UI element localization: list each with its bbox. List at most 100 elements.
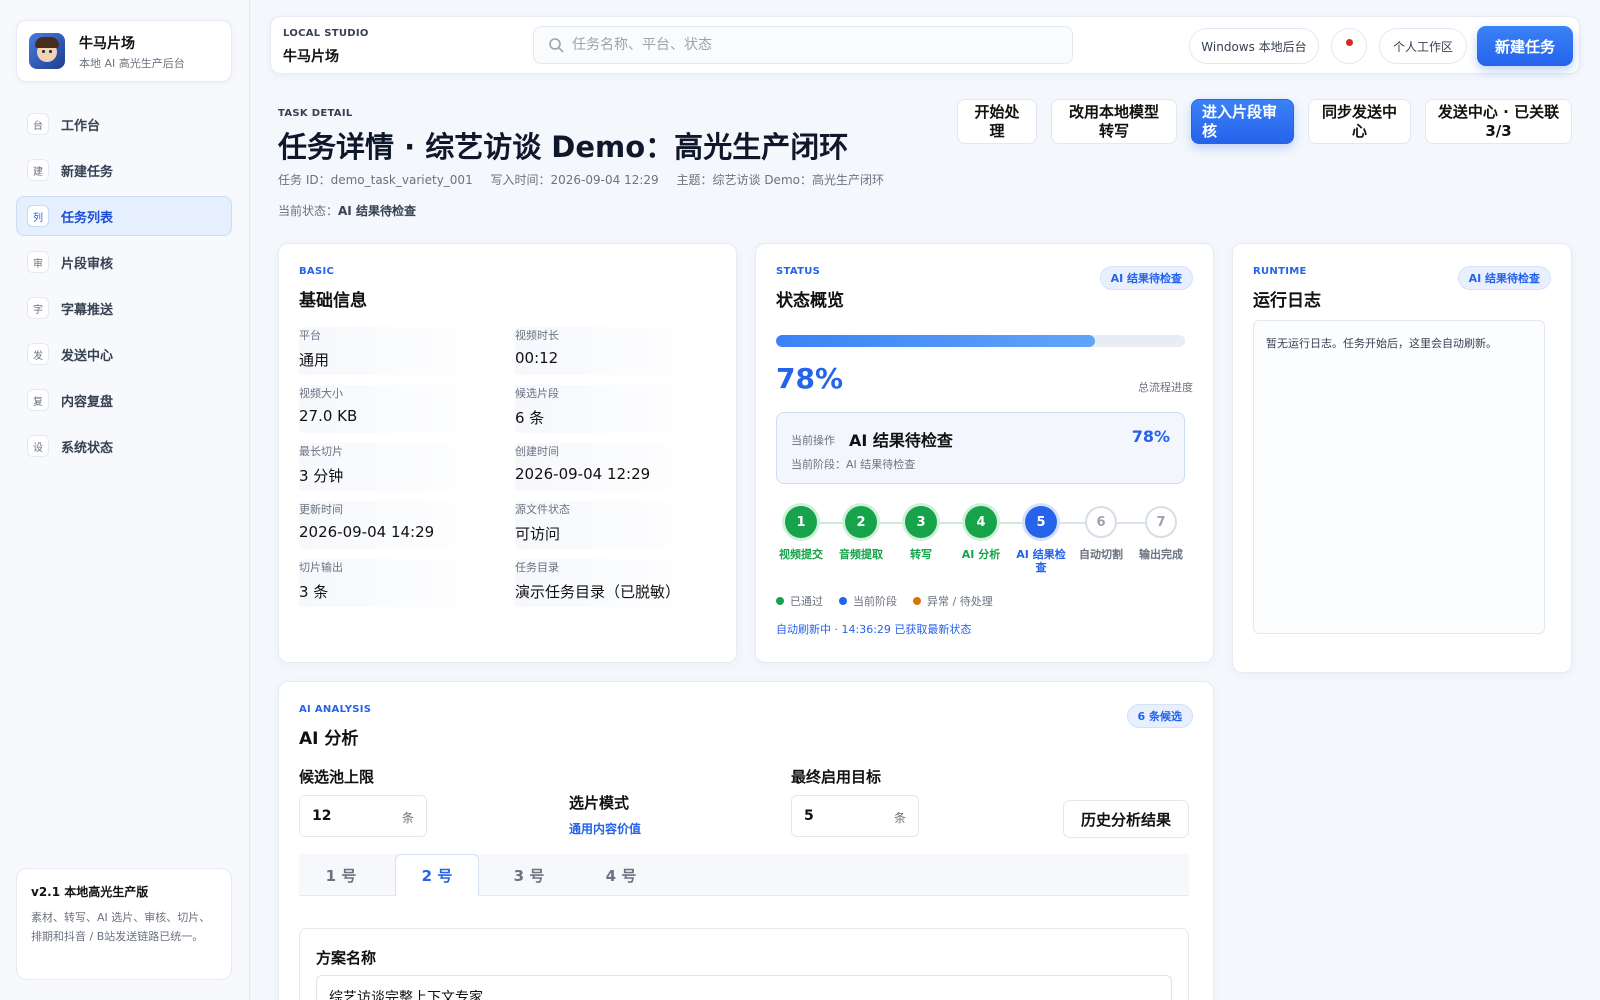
info-max-clip: 最长切片 3 分钟 [299,443,497,491]
card-title: AI 分析 [299,729,359,749]
basic-info-card: BASIC 基础信息 平台 通用 视频时长 00:12 视频大小 27.0 KB… [278,243,737,663]
info-value: 3 条 [299,583,329,601]
sync-send-center-button[interactable]: 同步发送中心 [1308,99,1411,144]
status-card: STATUS 状态概览 AI 结果待检查 78% 总流程进度 当前操作 AI 结… [755,243,1214,663]
sidebar-item-workbench[interactable]: 台 工作台 [16,104,232,144]
version-title: v2.1 本地高光生产版 [31,885,149,899]
legend-label: 已通过 [790,595,823,608]
sidebar-item-badge: 列 [27,205,49,227]
sidebar-item-label: 发送中心 [61,348,114,364]
task-topic: 主题：综艺访谈 Demo：高光生产闭环 [676,173,884,187]
brand-card[interactable]: 牛马片场 本地 AI 高光生产后台 [16,20,232,82]
tab-plan-2[interactable]: 2 号 [395,854,479,897]
sidebar-item-label: 片段审核 [61,256,114,272]
selection-mode-label: 选片模式 [569,794,630,812]
info-duration: 视频时长 00:12 [515,327,713,375]
log-panel[interactable]: 暂无运行日志。任务开始后，这里会自动刷新。 [1253,320,1545,634]
info-source-status: 源文件状态 可访问 [515,501,713,549]
selection-mode-link[interactable]: 通用内容价值 [569,820,641,837]
sidebar-item-clip-review[interactable]: 审 片段审核 [16,242,232,282]
tab-plan-1[interactable]: 1 号 [299,854,383,896]
card-title: 基础信息 [299,291,367,311]
task-id: 任务 ID：demo_task_variety_001 [278,173,473,187]
pool-limit-field[interactable]: 条 [299,795,427,837]
final-target-unit: 条 [893,811,906,825]
final-target-field[interactable]: 条 [791,795,919,837]
notification-dot-icon [1345,38,1353,46]
operation-percent: 78% [1131,427,1170,446]
operation-stage: 当前阶段：AI 结果待检查 [791,458,916,471]
info-key: 视频大小 [299,387,343,400]
info-key: 切片输出 [299,561,343,574]
legend-label: 当前阶段 [853,595,897,608]
new-task-button[interactable]: 新建任务 [1477,26,1573,66]
use-local-model-button[interactable]: 改用本地模型转写 [1051,99,1177,144]
send-center-linked-button[interactable]: 发送中心 · 已关联 3/3 [1425,99,1572,144]
current-state: 当前状态：AI 结果待检查 [278,202,416,219]
progress-bar [776,335,1185,347]
step-name: 输出完成 [1139,548,1183,561]
operation-value: AI 结果待检查 [849,431,953,450]
step-circle: 3 [905,506,937,538]
blue-dot-icon [839,597,847,605]
sidebar-item-content-review[interactable]: 复 内容复盘 [16,380,232,420]
progress-caption: 总流程进度 [1138,381,1193,394]
step-3: 3 转写 [891,506,951,561]
operation-label: 当前操作 [791,434,835,447]
step-name: 自动切割 [1079,548,1123,561]
pool-limit-label: 候选池上限 [299,768,375,786]
info-clip-output: 切片输出 3 条 [299,559,497,607]
sidebar-item-new-task[interactable]: 建 新建任务 [16,150,232,190]
sidebar-item-badge: 审 [27,251,49,273]
search-box[interactable] [533,26,1073,64]
card-title: 运行日志 [1253,291,1321,311]
page-eyebrow: TASK DETAIL [278,108,353,119]
info-key: 视频时长 [515,329,559,342]
ai-analysis-card: AI ANALYSIS AI 分析 6 条候选 候选池上限 条 选片模式 通用内… [278,681,1214,1000]
sidebar-item-label: 任务列表 [61,210,114,226]
sidebar-item-badge: 复 [27,389,49,411]
step-circle: 6 [1085,506,1117,538]
final-target-label: 最终启用目标 [791,768,882,786]
sidebar-item-send-center[interactable]: 发 发送中心 [16,334,232,374]
start-processing-button[interactable]: 开始处理 [957,99,1037,144]
sidebar-item-task-list[interactable]: 列 任务列表 [16,196,232,236]
enter-clip-review-button[interactable]: 进入片段审核 [1191,99,1294,144]
info-value: 演示任务目录（已脱敏） [515,583,681,601]
step-6: 6 自动切割 [1071,506,1131,561]
final-target-input[interactable] [804,796,874,836]
info-candidates: 候选片段 6 条 [515,385,713,433]
step-name: 转写 [910,548,932,561]
windows-backend-pill[interactable]: Windows 本地后台 [1189,28,1319,64]
info-value: 6 条 [515,409,545,427]
tab-plan-3[interactable]: 3 号 [487,854,571,896]
workspace-button[interactable]: 个人工作区 [1379,28,1467,64]
step-name: AI 结果检查 [1016,548,1066,574]
sidebar-item-system-status[interactable]: 设 系统状态 [16,426,232,466]
sidebar-item-label: 新建任务 [61,164,114,180]
current-state-label: 当前状态： [278,204,339,218]
info-value: 2026-09-04 12:29 [515,465,651,483]
info-value: 可访问 [515,525,561,543]
sidebar-item-badge: 设 [27,435,49,457]
pipeline-steps: 1 视频提交 2 音频提取 3 转写 4 AI 分析 5 AI 结果检查 6 自… [776,506,1185,586]
legend-current: 当前阶段 [839,593,897,609]
history-results-button[interactable]: 历史分析结果 [1063,800,1189,838]
tab-plan-4[interactable]: 4 号 [579,854,663,896]
notification-button[interactable] [1331,28,1367,64]
plan-name-input[interactable] [316,975,1172,1000]
runtime-log-card: RUNTIME 运行日志 AI 结果待检查 暂无运行日志。任务开始后，这里会自动… [1232,243,1572,673]
legend-exception: 异常 / 待处理 [913,593,993,609]
info-value: 27.0 KB [299,407,358,425]
version-description: 素材、转写、AI 选片、审核、切片、排期和抖音 / B站发送链路已统一。 [31,911,211,943]
current-operation-box: 当前操作 AI 结果待检查 78% 当前阶段：AI 结果待检查 [776,412,1185,484]
sidebar-item-subtitle-push[interactable]: 字 字幕推送 [16,288,232,328]
plan-name-label: 方案名称 [316,949,377,967]
pool-limit-input[interactable] [312,796,382,836]
legend-label: 异常 / 待处理 [927,595,993,608]
step-circle: 1 [785,506,817,538]
pool-limit-unit: 条 [401,811,414,825]
info-value: 00:12 [515,349,559,367]
search-input[interactable] [572,27,1062,63]
info-value: 2026-09-04 14:29 [299,523,435,541]
